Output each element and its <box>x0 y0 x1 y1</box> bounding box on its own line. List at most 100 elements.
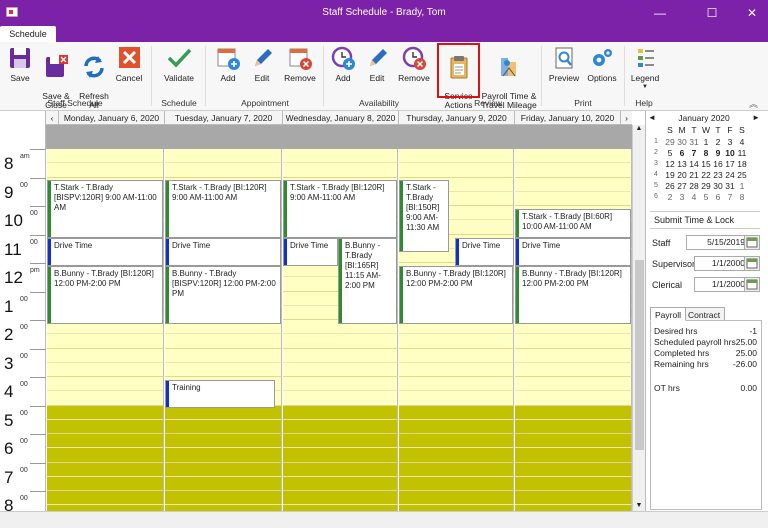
time-slot[interactable] <box>165 491 282 506</box>
availability-edit-button[interactable]: Edit <box>363 45 391 83</box>
time-slot[interactable] <box>399 434 514 449</box>
time-slot[interactable] <box>399 462 514 477</box>
mini-calendar-day[interactable]: 1 <box>700 137 712 147</box>
mini-calendar-day[interactable]: 30 <box>712 181 724 191</box>
time-slot[interactable] <box>47 405 164 420</box>
mini-calendar-day[interactable]: 15 <box>700 159 712 169</box>
mini-calendar-day[interactable]: 30 <box>676 137 688 147</box>
appointment-block[interactable]: Drive Time <box>515 238 631 266</box>
time-slot[interactable] <box>399 448 514 463</box>
time-slot[interactable] <box>399 405 514 420</box>
time-slot[interactable] <box>399 419 514 434</box>
mini-calendar-day[interactable]: 6 <box>676 148 688 158</box>
mini-calendar-day[interactable]: 4 <box>688 192 700 202</box>
time-slot[interactable] <box>515 191 632 206</box>
mini-calendar-day[interactable]: 25 <box>736 170 748 180</box>
staff-date-field[interactable]: 5/15/2019 <box>686 235 749 250</box>
time-slot[interactable] <box>47 476 164 491</box>
time-slot[interactable] <box>47 334 164 349</box>
mini-calendar-day[interactable]: 5 <box>700 192 712 202</box>
appointment-remove-button[interactable]: Remove <box>282 45 318 83</box>
time-slot[interactable] <box>515 476 632 491</box>
supervisor-calendar-button[interactable] <box>744 256 760 271</box>
mini-calendar-day[interactable]: 20 <box>676 170 688 180</box>
mini-calendar-day[interactable]: 9 <box>712 148 724 158</box>
tab-contract[interactable]: Contract <box>683 307 726 321</box>
time-slot[interactable] <box>515 149 632 164</box>
time-slot[interactable] <box>47 462 164 477</box>
mini-calendar-day[interactable]: 2 <box>664 192 676 202</box>
mini-calendar-day[interactable]: 31 <box>688 137 700 147</box>
appointment-block[interactable]: B.Bunny - T.Brady [BI:120R] 12:00 PM-2:0… <box>515 266 631 324</box>
scroll-up-icon[interactable]: ▲ <box>633 125 645 132</box>
minimize-button[interactable]: — <box>646 4 674 22</box>
time-slot[interactable] <box>515 362 632 377</box>
calendar-scrollbar[interactable]: ▲ ▼ <box>632 125 645 511</box>
time-slot[interactable] <box>515 348 632 363</box>
staff-calendar-button[interactable] <box>744 235 760 250</box>
time-slot[interactable] <box>165 476 282 491</box>
time-slot[interactable] <box>283 434 398 449</box>
time-slot[interactable] <box>283 491 398 506</box>
time-slot[interactable] <box>165 163 282 178</box>
time-slot[interactable] <box>283 362 398 377</box>
time-slot[interactable] <box>165 362 282 377</box>
mini-calendar-day[interactable]: 10 <box>724 148 736 158</box>
time-slot[interactable] <box>47 419 164 434</box>
appointment-block[interactable]: T.Stark - T.Brady [BI:120R] 9:00 AM-11:0… <box>165 180 281 238</box>
appointment-add-button[interactable]: Add <box>213 45 243 83</box>
mini-calendar-day[interactable]: 14 <box>688 159 700 169</box>
time-slot[interactable] <box>515 334 632 349</box>
time-slot[interactable] <box>399 362 514 377</box>
time-slot[interactable] <box>165 462 282 477</box>
time-slot[interactable] <box>47 348 164 363</box>
mini-calendar-day[interactable]: 3 <box>676 192 688 202</box>
appointment-block[interactable]: T.Stark - T.Brady [BI:60R] 10:00 AM-11:0… <box>515 209 631 238</box>
next-week-button[interactable]: › <box>620 111 632 125</box>
time-slot[interactable] <box>399 149 514 164</box>
scroll-down-icon[interactable]: ▼ <box>633 502 645 509</box>
appointment-block[interactable]: B.Bunny - T.Brady [BI:165R] 11:15 AM-2:0… <box>338 238 397 324</box>
time-slot[interactable] <box>283 448 398 463</box>
time-slot[interactable] <box>47 391 164 406</box>
time-slot[interactable] <box>399 377 514 392</box>
appointment-block[interactable]: Drive Time <box>455 238 514 266</box>
time-slot[interactable] <box>283 419 398 434</box>
mini-calendar-day[interactable]: 29 <box>700 181 712 191</box>
collapse-ribbon-icon[interactable]: ︽ <box>749 97 758 110</box>
mini-next-icon[interactable]: ► <box>752 113 760 122</box>
save-button[interactable]: Save <box>5 45 35 83</box>
tab-payroll[interactable]: Payroll <box>650 307 686 321</box>
appointment-block[interactable]: T.Stark - T.Brady [BI:120R] 9:00 AM-11:0… <box>283 180 397 238</box>
time-slot[interactable] <box>515 391 632 406</box>
mini-calendar-day[interactable]: 18 <box>736 159 748 169</box>
time-slot[interactable] <box>399 491 514 506</box>
mini-calendar-day[interactable]: 11 <box>736 148 748 158</box>
time-slot[interactable] <box>515 434 632 449</box>
mini-calendar-day[interactable]: 17 <box>724 159 736 169</box>
time-slot[interactable] <box>47 448 164 463</box>
time-slot[interactable] <box>515 448 632 463</box>
appointment-block[interactable]: B.Bunny - T.Brady [BISPV:120R] 12:00 PM-… <box>165 266 281 324</box>
close-button[interactable]: ✕ <box>738 4 766 22</box>
validate-button[interactable]: Validate <box>160 45 198 83</box>
availability-remove-button[interactable]: Remove <box>396 45 432 83</box>
time-slot[interactable] <box>283 377 398 392</box>
time-slot[interactable] <box>165 348 282 363</box>
tab-schedule[interactable]: Schedule <box>0 26 56 42</box>
time-slot[interactable] <box>515 462 632 477</box>
mini-calendar-day[interactable]: 12 <box>664 159 676 169</box>
time-slot[interactable] <box>47 163 164 178</box>
time-slot[interactable] <box>165 149 282 164</box>
appointment-block[interactable]: B.Bunny - T.Brady [BI:120R] 12:00 PM-2:0… <box>47 266 163 324</box>
legend-button[interactable]: Legend ▼ <box>628 45 662 92</box>
appointment-block[interactable]: T.Stark - T.Brady [BI:150R] 9:00 AM-11:3… <box>399 180 449 252</box>
time-slot[interactable] <box>399 391 514 406</box>
time-slot[interactable] <box>283 163 398 178</box>
time-slot[interactable] <box>283 405 398 420</box>
mini-calendar-day[interactable]: 31 <box>724 181 736 191</box>
time-slot[interactable] <box>283 149 398 164</box>
appointment-block[interactable]: B.Bunny - T.Brady [BI:120R] 12:00 PM-2:0… <box>399 266 513 324</box>
appointment-block[interactable]: Training <box>165 380 275 408</box>
mini-calendar-day[interactable]: 8 <box>736 192 748 202</box>
